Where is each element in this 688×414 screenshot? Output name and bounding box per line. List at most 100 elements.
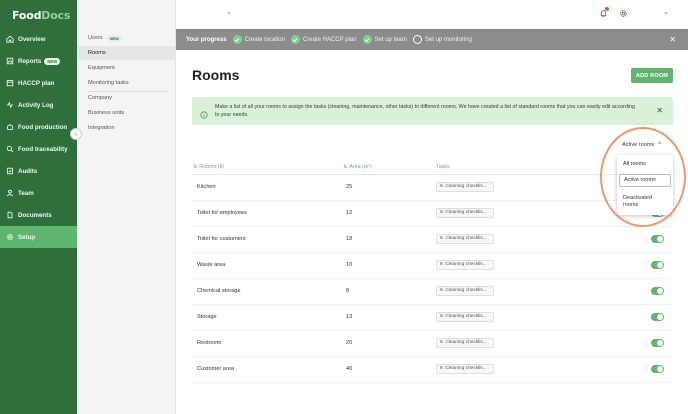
dropdown-option-active-rooms[interactable]: Active rooms [619,174,671,187]
close-info-icon[interactable]: ✕ [656,106,663,115]
location-selector-chevron-icon[interactable]: ⌄ [226,8,232,16]
dropdown-option-deactivated-rooms[interactable]: Deactivated rooms [619,193,671,210]
sidebar-item-label: Setup [18,233,36,241]
task-chip[interactable]: 8. Cleaning checklis... [436,208,494,218]
sidebar-item-team[interactable]: Team [0,183,77,203]
subnav-item-integration[interactable]: Integration [77,121,175,135]
sidebar-item-haccp-plan[interactable]: HACCP plan [0,73,77,93]
collapse-sidebar-button[interactable]: ‹ [70,128,82,140]
task-chip[interactable]: 8. Cleaning checklis... [436,364,494,374]
table-row[interactable]: Toilet for customers 18 8. Cleaning chec… [192,227,673,253]
user-menu-chevron-icon[interactable]: ⌄ [663,8,669,16]
check-circle-icon [362,35,372,44]
chevron-left-icon: ‹ [74,130,78,138]
active-toggle[interactable] [651,313,664,321]
filter-selected-value: Active rooms [622,142,655,148]
info-banner-text: Make a list of all your rooms to assign … [215,104,635,118]
sidebar-item-label: Reports [18,57,42,65]
table-row[interactable]: Storage 13 8. Cleaning checklis... [192,305,673,331]
traceability-icon [6,145,14,153]
sidebar-item-overview[interactable]: Overview [0,29,77,49]
settings-gear-icon[interactable] [618,8,628,18]
check-circle-icon [290,35,300,44]
progress-step-set-up-monitoring[interactable]: Set up monitoring [412,35,472,44]
sidebar-item-food-traceability[interactable]: Food traceability [0,139,77,159]
subnav-item-label: Monitoring tasks [88,80,129,86]
room-area: 10 [346,262,353,268]
task-chip[interactable]: 8. Cleaning checklis... [436,182,494,192]
progress-step-create-location[interactable]: Create location [232,35,285,44]
dropdown-option-all-rooms[interactable]: All rooms [619,159,671,170]
column-header-label: Rooms (8) [199,164,225,170]
room-name: Restroom [197,340,222,346]
column-header-tasks: Tasks [436,164,450,170]
room-name: Customer area [197,366,234,372]
column-header-label: Tasks [436,164,450,170]
table-row[interactable]: Chemical storage 8 8. Cleaning checklis.… [192,279,673,305]
sidebar-item-audits[interactable]: Audits [0,161,77,181]
room-area: 13 [346,314,353,320]
room-name: Waste area [197,262,226,268]
subnav-item-users[interactable]: Users NEW [77,31,175,45]
haccp-icon [6,79,14,87]
subnav-item-rooms[interactable]: Rooms [77,46,175,60]
sidebar-item-reports[interactable]: Reports NEW [0,51,77,71]
progress-step-label: Create HACCP plan [302,36,357,43]
team-icon [6,189,14,197]
sidebar-item-label: HACCP plan [18,79,55,87]
progress-step-label: Create location [244,36,285,43]
subnav-item-label: Rooms [88,50,106,56]
sidebar-item-documents[interactable]: Documents [0,205,77,225]
task-chip[interactable]: 8. Cleaning checklis... [436,234,494,244]
sidebar-item-label: Food production [18,123,68,131]
active-toggle[interactable] [651,235,664,243]
sidebar-item-activity-log[interactable]: Activity Log [0,95,77,115]
gear-icon [6,233,14,241]
column-header-rooms[interactable]: ⇅ Rooms (8) [193,164,224,170]
new-badge: NEW [106,34,122,42]
table-row[interactable]: Toilet for employees 12 8. Cleaning chec… [192,201,673,227]
sidebar-item-food-production[interactable]: Food production [0,117,77,137]
check-circle-icon [232,35,242,44]
room-name: Toilet for employees [197,210,247,216]
subnav-item-business-units[interactable]: Business units [77,106,175,120]
active-toggle[interactable] [651,365,664,373]
close-progress-icon[interactable]: ✕ [669,35,676,44]
task-chip[interactable]: 8. Cleaning checklis... [436,286,494,296]
task-chip[interactable]: 8. Cleaning checklis... [436,260,494,270]
foodocs-logo[interactable]: FoodDocs [12,9,70,22]
table-row[interactable]: Waste area 10 8. Cleaning checklis... [192,253,673,279]
column-header-area[interactable]: ⇅ Area (m²) [343,164,372,170]
room-area: 20 [346,340,353,346]
audits-icon [6,167,14,175]
subnav-item-label: Integration [88,125,115,131]
column-header-label: Area (m²) [349,164,372,170]
task-chip[interactable]: 8. Cleaning checklis... [436,338,494,348]
home-icon [6,35,14,43]
sort-icon: ⇅ [343,164,348,170]
documents-icon [6,211,14,219]
sidebar-item-label: Documents [18,211,52,219]
activity-icon [6,101,14,109]
subnav-item-company[interactable]: Company [77,91,175,105]
sidebar-item-setup[interactable]: Setup [0,226,77,248]
empty-circle-icon [412,35,422,44]
active-toggle[interactable] [651,261,664,269]
production-icon [6,123,14,131]
room-area: 18 [346,236,353,242]
table-row[interactable]: Restroom 20 8. Cleaning checklis... [192,331,673,357]
subnav-item-monitoring-tasks[interactable]: Monitoring tasks [77,76,175,90]
notifications-bell-icon[interactable] [598,7,609,18]
table-row[interactable]: Customer area 40 8. Cleaning checklis... [192,357,673,383]
add-room-button[interactable]: ADD ROOM [631,68,673,83]
room-area: 25 [346,184,353,190]
active-toggle[interactable] [651,339,664,347]
subnav-item-equipment[interactable]: Equipment [77,61,175,75]
progress-step-create-haccp-plan[interactable]: Create HACCP plan [290,35,357,44]
task-chip[interactable]: 8. Cleaning checklis... [436,312,494,322]
table-row[interactable]: Kitchen 25 8. Cleaning checklis... [192,175,673,201]
progress-step-set-up-team[interactable]: Set up team [362,35,407,44]
sort-icon: ⇅ [193,164,198,170]
room-status-filter[interactable]: Active rooms ^ [622,142,661,148]
active-toggle[interactable] [651,287,664,295]
